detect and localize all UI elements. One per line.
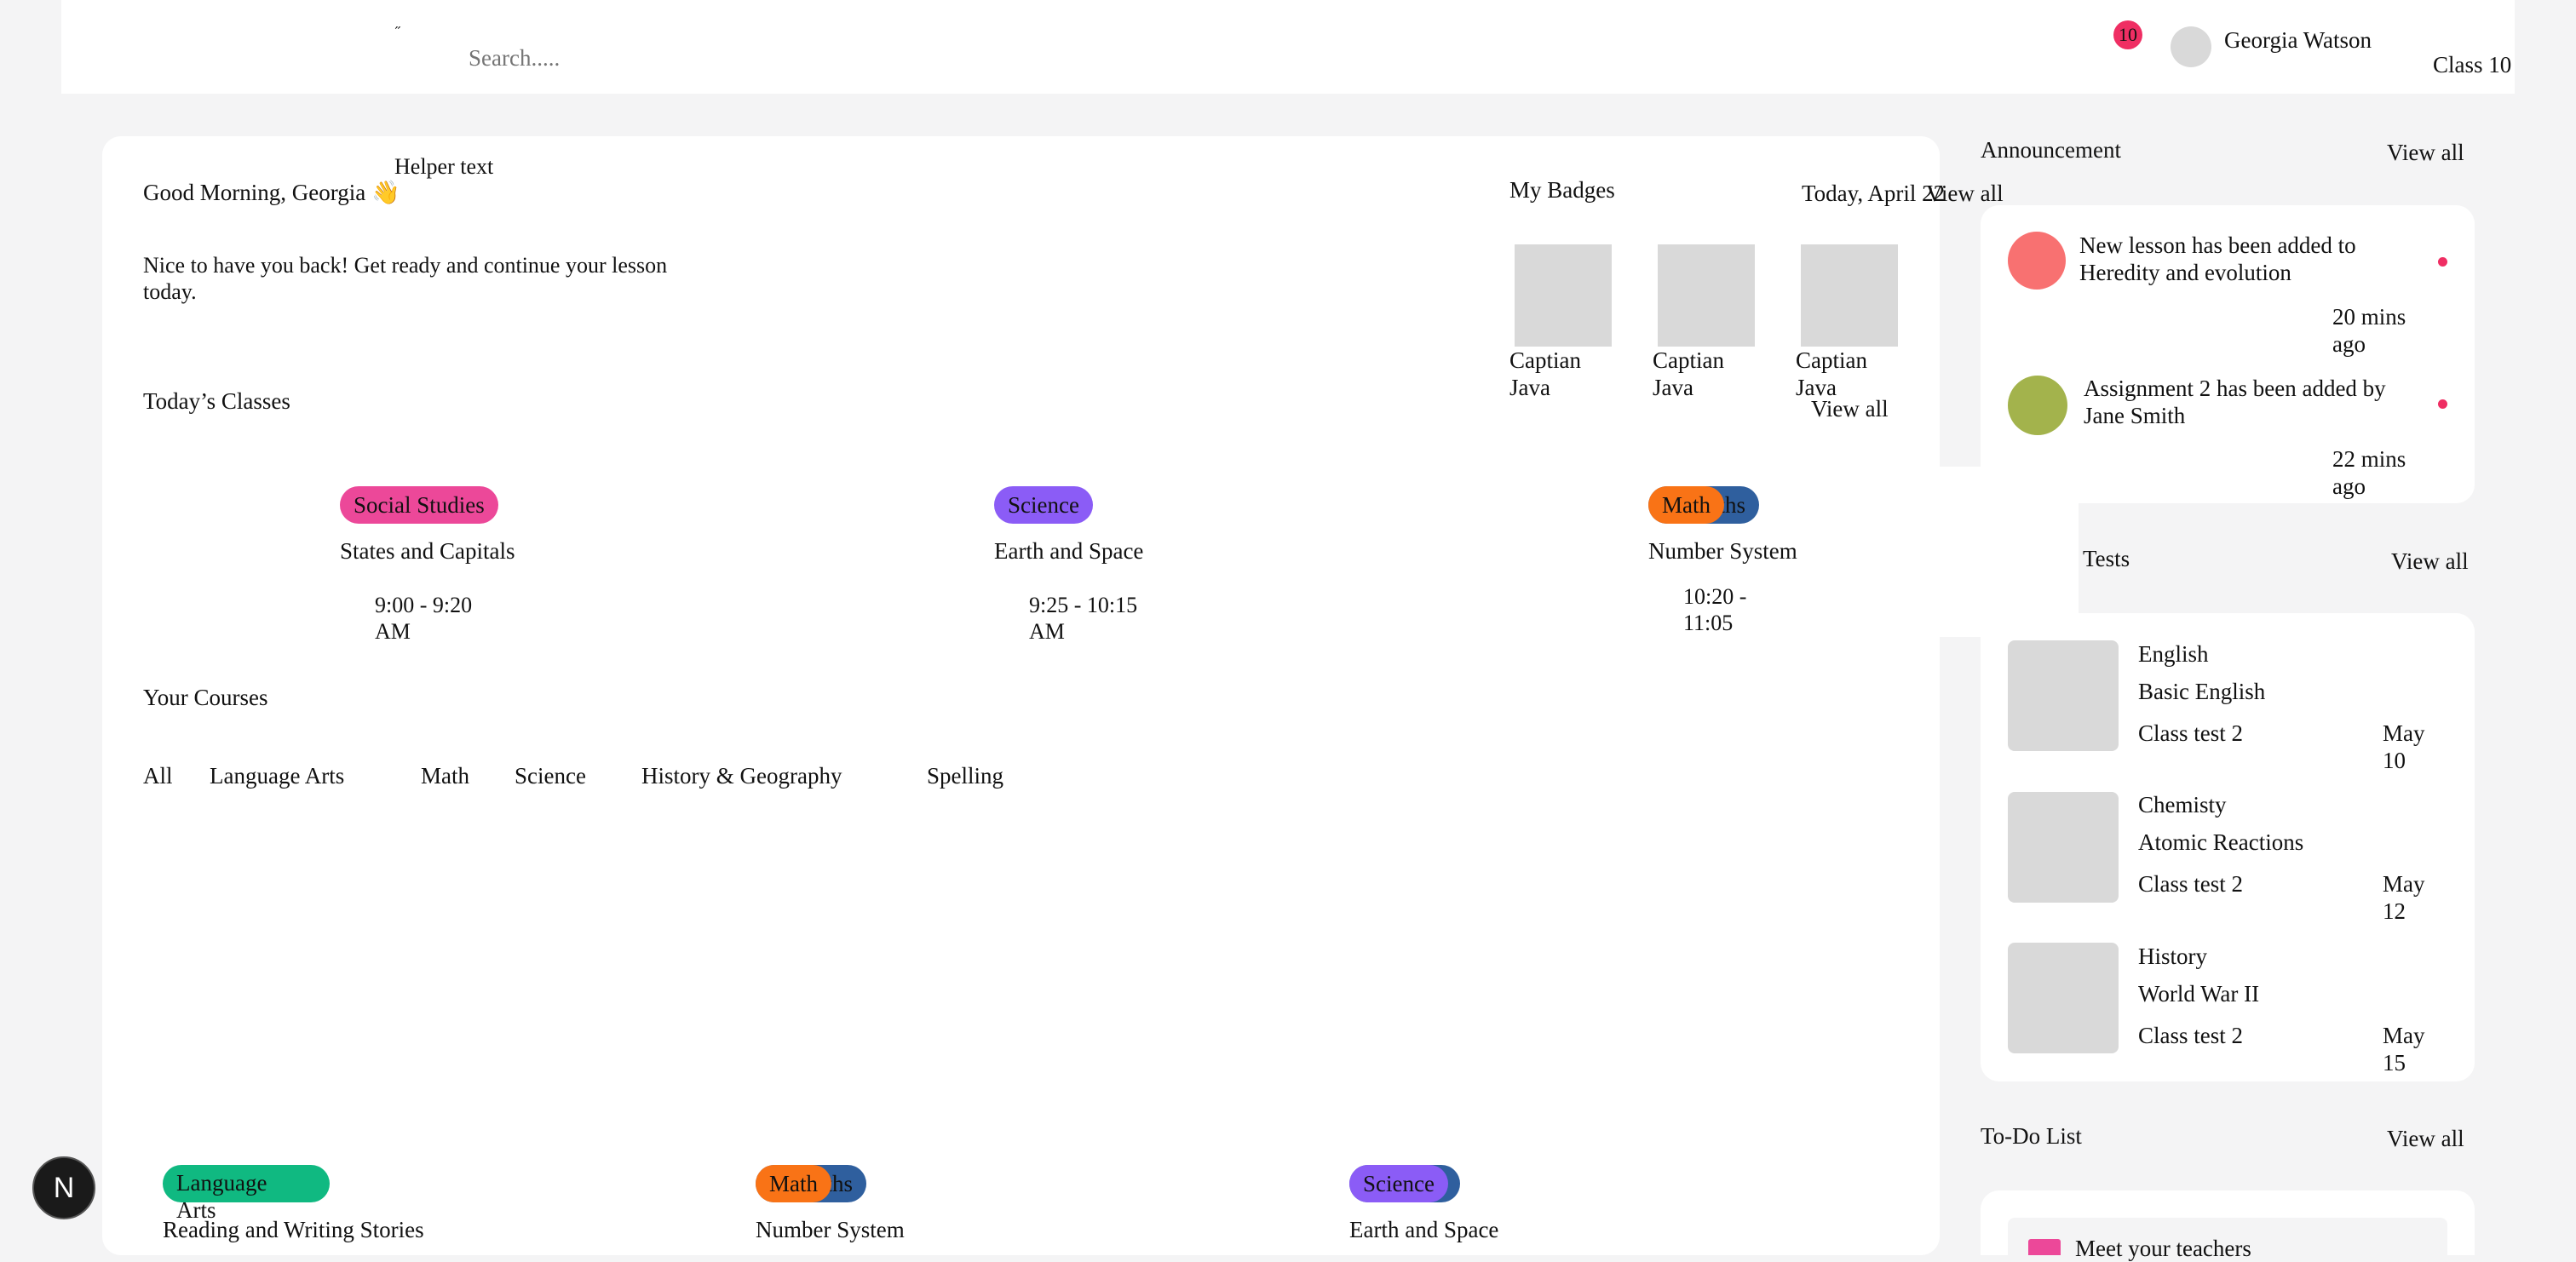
tab-spelling[interactable]: Spelling (927, 762, 1003, 789)
todays-classes-title: Today’s Classes (143, 388, 290, 414)
test-topic: Atomic Reactions (2138, 829, 2304, 855)
tab-math[interactable]: Math (421, 762, 469, 789)
your-courses-title: Your Courses (143, 685, 268, 710)
badge-image (1515, 244, 1612, 347)
class-tag-math: Math (1648, 486, 1724, 524)
date-label: Today, April 22 (1802, 181, 1946, 206)
course-title[interactable]: Number System (756, 1216, 905, 1243)
test-subject[interactable]: History (2138, 943, 2207, 970)
announcement-time: 20 mins ago (2332, 304, 2406, 357)
badge-image (1658, 244, 1755, 347)
course-tag-label: Science (1363, 1170, 1435, 1196)
test-thumbnail (2008, 943, 2119, 1053)
todo-title: To-Do List (1981, 1123, 2082, 1149)
tab-language-arts[interactable]: Language Arts (210, 762, 344, 789)
user-name[interactable]: Georgia Watson (2224, 26, 2372, 54)
tests-title: Tests (2083, 546, 2130, 571)
notification-badge[interactable]: 10 (2113, 20, 2142, 49)
todo-view-all-button[interactable]: View all (2387, 1125, 2464, 1152)
class-tag-science: Science (994, 486, 1093, 524)
tab-all[interactable]: All (143, 762, 173, 789)
test-thumbnail (2008, 640, 2119, 751)
announcement-avatar (2008, 376, 2067, 435)
course-title[interactable]: Reading and Writing Stories (163, 1216, 424, 1243)
menu-icon[interactable]: ˝ (395, 24, 400, 42)
badge-label: Captian Java (1653, 347, 1724, 400)
announcement-view-all-button[interactable]: View all (2387, 139, 2464, 166)
unread-dot (2438, 257, 2447, 267)
course-tag-label: Math (769, 1170, 818, 1196)
course-tag-math: Math (756, 1165, 831, 1202)
test-subject[interactable]: English (2138, 640, 2209, 668)
user-class: Class 10 (2433, 52, 2512, 77)
class-title[interactable]: Earth and Space (994, 537, 1143, 565)
greeting: Good Morning, Georgia 👋 (143, 180, 400, 205)
badge-image (1801, 244, 1898, 347)
badges-view-all-secondary[interactable]: View all (1811, 395, 1889, 422)
unread-dot (2438, 399, 2447, 409)
overlay-panel (1940, 467, 2079, 637)
tab-science[interactable]: Science (515, 762, 586, 789)
notification-count: 10 (2119, 24, 2137, 45)
welcome-subtitle: Nice to have you back! Get ready and con… (143, 253, 668, 304)
class-time: 9:00 - 9:20 AM (375, 593, 473, 644)
badges-view-all-button[interactable]: View all (1926, 180, 2004, 207)
class-tag-label: Science (1008, 491, 1079, 518)
next-dev-button[interactable]: N (32, 1156, 95, 1219)
class-tag-social-studies: Social Studies (340, 486, 498, 524)
test-topic: World War II (2138, 981, 2260, 1007)
test-kind: Class test 2 (2138, 720, 2244, 746)
top-bar: ˝ 10 Georgia Watson Class 10 (61, 0, 2515, 94)
announcement-time: 22 mins ago (2332, 446, 2406, 499)
class-time: 9:25 - 10:15 AM (1029, 593, 1138, 644)
test-kind: Class test 2 (2138, 871, 2244, 897)
n-logo-icon: N (53, 1172, 75, 1204)
test-topic: Basic English (2138, 679, 2266, 704)
avatar[interactable] (2171, 26, 2211, 67)
class-time: 10:20 - 11:05 (1683, 584, 1747, 635)
test-thumbnail (2008, 792, 2119, 903)
class-tag-label: Social Studies (354, 491, 485, 518)
todo-color-marker (2028, 1239, 2061, 1255)
test-date: May 10 (2383, 720, 2425, 773)
helper-text: Helper text (394, 154, 494, 179)
test-date: May 12 (2383, 871, 2425, 924)
test-subject[interactable]: Chemisty (2138, 791, 2227, 818)
badge-label: Captian Java (1796, 347, 1867, 400)
tests-view-all-button[interactable]: View all (2391, 548, 2469, 575)
announcement-avatar (2008, 232, 2066, 290)
course-tag-science: Science (1349, 1165, 1448, 1202)
test-date: May 15 (2383, 1023, 2425, 1076)
badges-title: My Badges (1509, 177, 1615, 203)
class-title[interactable]: States and Capitals (340, 537, 515, 565)
class-tag-label: Math (1662, 491, 1711, 518)
tab-history-geography[interactable]: History & Geography (641, 762, 842, 789)
badge-label: Captian Java (1509, 347, 1581, 400)
announcement-text[interactable]: New lesson has been added to Heredity an… (2079, 232, 2369, 286)
course-title[interactable]: Earth and Space (1349, 1216, 1498, 1243)
search-input[interactable] (469, 37, 809, 78)
announcement-text[interactable]: Assignment 2 has been added by Jane Smit… (2084, 375, 2390, 429)
test-kind: Class test 2 (2138, 1023, 2244, 1048)
class-title[interactable]: Number System (1648, 537, 1797, 565)
announcement-title: Announcement (1981, 137, 2121, 163)
todo-text[interactable]: Meet your teachers (2075, 1235, 2251, 1262)
